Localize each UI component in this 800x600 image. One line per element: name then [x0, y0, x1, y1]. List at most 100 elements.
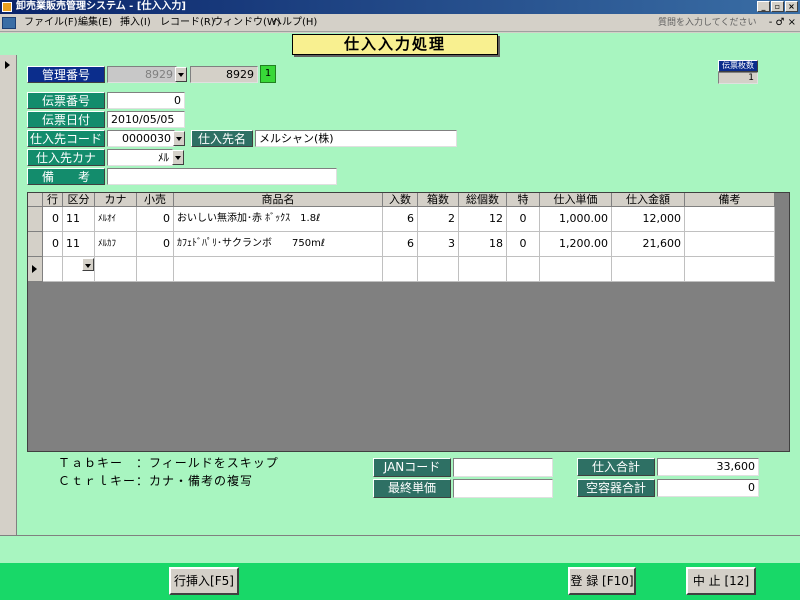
- date-label: 伝票日付: [27, 111, 105, 128]
- menu-file[interactable]: ファイル(F): [24, 16, 78, 30]
- col-header-line: 行: [43, 193, 63, 207]
- remarks-field[interactable]: [107, 168, 337, 185]
- insert-row-button[interactable]: 行挿入[F5]: [169, 567, 239, 595]
- mdi-window-controls[interactable]: - ♂ ×: [769, 16, 796, 30]
- table-cell[interactable]: [685, 232, 775, 257]
- denpyo-number-label: 伝票番号: [27, 92, 105, 109]
- jan-code-field[interactable]: [453, 458, 553, 477]
- restore-button[interactable]: ▫: [771, 1, 784, 12]
- denpyo-number-field[interactable]: 0: [107, 92, 185, 109]
- hint-ctrl-key: Ｃｔｒｌキー：カナ・備考の複写: [58, 474, 254, 488]
- menu-record[interactable]: レコード(R): [160, 16, 215, 30]
- table-cell[interactable]: 12,000: [612, 207, 685, 232]
- menu-help[interactable]: ヘルプ(H): [272, 16, 317, 30]
- remarks-label: 備 考: [27, 168, 105, 185]
- close-button[interactable]: ×: [785, 1, 798, 12]
- supplier-kana-dropdown-button[interactable]: [172, 150, 184, 165]
- window-title: 卸売業販売管理システム - [仕入入力]: [16, 1, 186, 12]
- table-cell[interactable]: 0: [43, 232, 63, 257]
- table-cell[interactable]: [383, 257, 418, 282]
- table-cell[interactable]: 6: [383, 232, 418, 257]
- table-cell[interactable]: ﾒﾙｶﾌ: [95, 232, 137, 257]
- last-price-field[interactable]: [453, 479, 553, 498]
- detail-grid: 行 区分 カナ 小売 商品名 入数 箱数 総個数 特 仕入単価 仕入金額 備考 …: [27, 192, 790, 452]
- table-cell[interactable]: 0: [507, 232, 540, 257]
- table-cell[interactable]: ﾒﾙｵｲ: [95, 207, 137, 232]
- supplier-kana-label: 仕入先カナ: [27, 149, 105, 166]
- current-record-arrow-icon: [5, 61, 10, 69]
- kanri-number-combo[interactable]: 8929: [107, 66, 177, 83]
- table-cell[interactable]: 0: [507, 207, 540, 232]
- row-selector[interactable]: [28, 232, 43, 257]
- table-cell[interactable]: 12: [459, 207, 507, 232]
- table-cell[interactable]: [95, 257, 137, 282]
- grid-corner: [28, 193, 43, 207]
- table-cell[interactable]: [685, 257, 775, 282]
- table-cell[interactable]: 6: [383, 207, 418, 232]
- table-cell[interactable]: [137, 257, 174, 282]
- title-bar: 卸売業販売管理システム - [仕入入力] _ ▫ ×: [0, 0, 800, 14]
- col-header-kana: カナ: [95, 193, 137, 207]
- record-selector[interactable]: [0, 55, 17, 535]
- date-field[interactable]: 2010/05/05: [107, 111, 185, 128]
- table-cell[interactable]: [685, 207, 775, 232]
- purchase-total-label: 仕入合計: [577, 458, 655, 476]
- menu-window[interactable]: ウィンドウ(W): [213, 16, 281, 30]
- supplier-kana-combo[interactable]: ﾒﾙ: [107, 149, 173, 166]
- col-header-note: 備考: [685, 193, 775, 207]
- table-cell[interactable]: 0: [137, 207, 174, 232]
- table-cell[interactable]: 1,200.00: [540, 232, 612, 257]
- supplier-name-label: 仕入先名: [191, 130, 253, 147]
- hint-tab-key: Ｔａｂキー ：フィールドをスキップ: [58, 456, 279, 470]
- col-header-hakosu: 箱数: [418, 193, 459, 207]
- slip-count-value: 1: [718, 72, 758, 84]
- supplier-name-field[interactable]: メルシャン(株): [255, 130, 457, 147]
- supplier-code-dropdown-button[interactable]: [173, 131, 185, 146]
- table-cell[interactable]: [612, 257, 685, 282]
- table-cell[interactable]: おいしい無添加･赤 ﾎﾞｯｸｽ 1.8ℓ: [174, 207, 383, 232]
- table-cell[interactable]: 2: [418, 207, 459, 232]
- table-cell[interactable]: [174, 257, 383, 282]
- table-cell[interactable]: [459, 257, 507, 282]
- col-header-product-name: 商品名: [174, 193, 383, 207]
- table-cell[interactable]: [43, 257, 63, 282]
- minimize-button[interactable]: _: [757, 1, 770, 12]
- purchase-total-field: 33,600: [657, 458, 759, 476]
- row-selector[interactable]: [28, 207, 43, 232]
- kanri-record-badge: 1: [260, 65, 276, 83]
- container-total-label: 空容器合計: [577, 479, 655, 497]
- table-cell[interactable]: ｶﾌｪﾄﾞﾊﾟﾘ･サクランボ 750mℓ: [174, 232, 383, 257]
- kanri-number-label: 管理番号: [27, 66, 105, 83]
- kubun-dropdown-button[interactable]: [82, 258, 94, 271]
- table-cell[interactable]: [540, 257, 612, 282]
- kanri-number-field[interactable]: 8929: [190, 66, 258, 83]
- cancel-button[interactable]: 中 止 [12]: [686, 567, 756, 595]
- table-cell[interactable]: 21,600: [612, 232, 685, 257]
- table-cell[interactable]: 11: [63, 232, 95, 257]
- table-cell[interactable]: 3: [418, 232, 459, 257]
- table-cell[interactable]: 18: [459, 232, 507, 257]
- table-cell[interactable]: 0: [43, 207, 63, 232]
- jan-code-label: JANコード: [373, 458, 451, 477]
- status-area: [0, 535, 800, 563]
- supplier-code-combo[interactable]: 0000030: [107, 130, 175, 147]
- help-question-box[interactable]: 質問を入力してください: [640, 16, 758, 30]
- col-header-kouri: 小売: [137, 193, 174, 207]
- table-cell[interactable]: [507, 257, 540, 282]
- menu-edit[interactable]: 編集(E): [78, 16, 112, 30]
- table-cell[interactable]: 11: [63, 207, 95, 232]
- form-title: 仕入入力処理: [292, 34, 498, 55]
- register-button[interactable]: 登 録 [F10]: [568, 567, 636, 595]
- table-cell[interactable]: 0: [137, 232, 174, 257]
- table-cell[interactable]: 1,000.00: [540, 207, 612, 232]
- kanri-dropdown-button[interactable]: [175, 67, 187, 82]
- new-row-selector[interactable]: [28, 257, 43, 282]
- col-header-total-qty: 総個数: [459, 193, 507, 207]
- menu-insert[interactable]: 挿入(I): [120, 16, 151, 30]
- table-cell[interactable]: [418, 257, 459, 282]
- form-icon: [2, 17, 16, 29]
- col-header-toku: 特: [507, 193, 540, 207]
- col-header-kubun: 区分: [63, 193, 95, 207]
- slip-count-label: 伝票枚数: [718, 60, 758, 72]
- container-total-field: 0: [657, 479, 759, 497]
